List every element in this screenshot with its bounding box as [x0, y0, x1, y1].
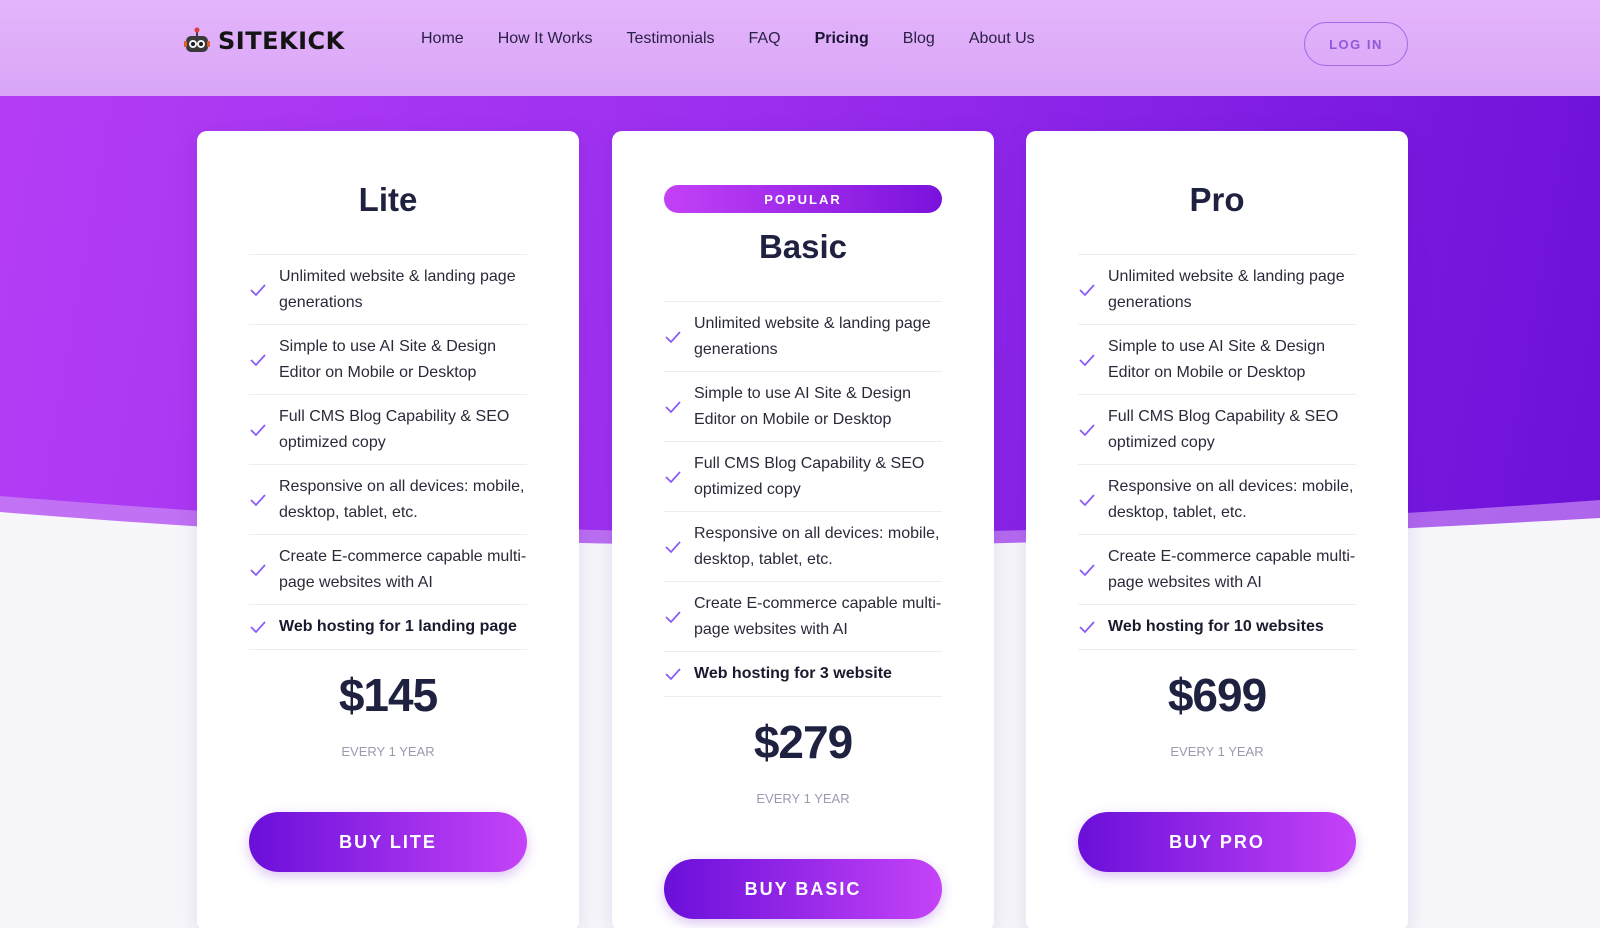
feature-item-hosting: Web hosting for 10 websites	[1078, 605, 1356, 650]
check-icon	[250, 423, 266, 436]
check-icon	[665, 470, 681, 483]
buy-basic-button[interactable]: BUY BASIC	[664, 859, 942, 919]
feature-text: Create E-commerce capable multi-page web…	[279, 547, 527, 591]
feature-item: Simple to use AI Site & Design Editor on…	[1078, 325, 1356, 395]
feature-text: Simple to use AI Site & Design Editor on…	[1108, 337, 1325, 381]
feature-text: Create E-commerce capable multi-page web…	[1108, 547, 1356, 591]
feature-item: Full CMS Blog Capability & SEO optimized…	[1078, 395, 1356, 465]
feature-item: Full CMS Blog Capability & SEO optimized…	[249, 395, 527, 465]
feature-text: Web hosting for 3 website	[694, 665, 892, 682]
plan-period: EVERY 1 YEAR	[756, 791, 850, 806]
check-icon	[1079, 423, 1095, 436]
robot-logo-icon	[184, 27, 210, 52]
site-header: SITEKICK Home How It Works Testimonials …	[0, 0, 1600, 96]
site-logo[interactable]: SITEKICK	[182, 26, 345, 56]
feature-item: Responsive on all devices: mobile, deskt…	[664, 512, 942, 582]
plan-period: EVERY 1 YEAR	[1170, 744, 1264, 759]
feature-text: Simple to use AI Site & Design Editor on…	[694, 384, 911, 428]
buy-pro-button[interactable]: BUY PRO	[1078, 812, 1356, 872]
check-icon	[250, 353, 266, 366]
main-nav: Home How It Works Testimonials FAQ Prici…	[421, 30, 1035, 48]
check-icon	[665, 540, 681, 553]
plan-title: Basic	[758, 228, 848, 265]
feature-text: Simple to use AI Site & Design Editor on…	[279, 337, 496, 381]
feature-item: Responsive on all devices: mobile, deskt…	[1078, 465, 1356, 535]
plan-price: $279	[753, 716, 853, 768]
check-icon	[250, 283, 266, 296]
plan-title: Lite	[358, 181, 418, 218]
check-icon	[1079, 621, 1095, 634]
check-icon	[665, 610, 681, 623]
feature-item: Simple to use AI Site & Design Editor on…	[664, 372, 942, 442]
nav-how-it-works[interactable]: How It Works	[498, 30, 593, 48]
plan-price: $699	[1167, 669, 1267, 721]
plan-title: Pro	[1189, 181, 1245, 218]
nav-home[interactable]: Home	[421, 30, 464, 48]
feature-item: Unlimited website & landing page generat…	[249, 255, 527, 325]
nav-faq[interactable]: FAQ	[749, 30, 781, 48]
nav-blog[interactable]: Blog	[903, 30, 935, 48]
feature-item: Unlimited website & landing page generat…	[1078, 255, 1356, 325]
feature-text: Responsive on all devices: mobile, deskt…	[694, 524, 940, 568]
feature-item: Responsive on all devices: mobile, deskt…	[249, 465, 527, 535]
plan-price: $145	[338, 669, 438, 721]
feature-text: Create E-commerce capable multi-page web…	[694, 594, 942, 638]
feature-text: Responsive on all devices: mobile, deskt…	[279, 477, 525, 521]
feature-text: Unlimited website & landing page generat…	[279, 267, 516, 311]
feature-text: Unlimited website & landing page generat…	[1108, 267, 1345, 311]
feature-text: Web hosting for 10 websites	[1108, 618, 1324, 635]
nav-about-us[interactable]: About Us	[969, 30, 1035, 48]
feature-item: Simple to use AI Site & Design Editor on…	[249, 325, 527, 395]
feature-item-hosting: Web hosting for 1 landing page	[249, 605, 527, 650]
nav-testimonials[interactable]: Testimonials	[627, 30, 715, 48]
feature-text: Full CMS Blog Capability & SEO optimized…	[694, 454, 925, 498]
logo-text: SITEKICK	[218, 27, 345, 55]
plan-card-pro: Pro Unlimited website & landing page gen…	[1026, 131, 1408, 928]
check-icon	[1079, 353, 1095, 366]
login-button[interactable]: LOG IN	[1304, 22, 1408, 66]
plan-period: EVERY 1 YEAR	[341, 744, 435, 759]
check-icon	[250, 621, 266, 634]
popular-badge: POPULAR	[664, 185, 942, 213]
check-icon	[250, 563, 266, 576]
feature-text: Responsive on all devices: mobile, deskt…	[1108, 477, 1354, 521]
buy-lite-button[interactable]: BUY LITE	[249, 812, 527, 872]
feature-item: Full CMS Blog Capability & SEO optimized…	[664, 442, 942, 512]
check-icon	[665, 330, 681, 343]
feature-item: Create E-commerce capable multi-page web…	[664, 582, 942, 652]
check-icon	[665, 400, 681, 413]
check-icon	[1079, 493, 1095, 506]
feature-text: Unlimited website & landing page generat…	[694, 314, 931, 358]
feature-text: Full CMS Blog Capability & SEO optimized…	[279, 407, 510, 451]
check-icon	[1079, 283, 1095, 296]
check-icon	[250, 493, 266, 506]
plan-card-basic: POPULAR Basic Unlimited website & landin…	[612, 131, 994, 928]
feature-list: Unlimited website & landing page generat…	[249, 254, 527, 650]
feature-item: Unlimited website & landing page generat…	[664, 302, 942, 372]
feature-text: Full CMS Blog Capability & SEO optimized…	[1108, 407, 1339, 451]
plan-card-lite: Lite Unlimited website & landing page ge…	[197, 131, 579, 928]
check-icon	[665, 668, 681, 681]
feature-list: Unlimited website & landing page generat…	[664, 301, 942, 697]
feature-item-hosting: Web hosting for 3 website	[664, 652, 942, 697]
nav-pricing[interactable]: Pricing	[815, 30, 869, 48]
feature-text: Web hosting for 1 landing page	[279, 618, 517, 635]
check-icon	[1079, 563, 1095, 576]
feature-item: Create E-commerce capable multi-page web…	[1078, 535, 1356, 605]
feature-item: Create E-commerce capable multi-page web…	[249, 535, 527, 605]
feature-list: Unlimited website & landing page generat…	[1078, 254, 1356, 650]
